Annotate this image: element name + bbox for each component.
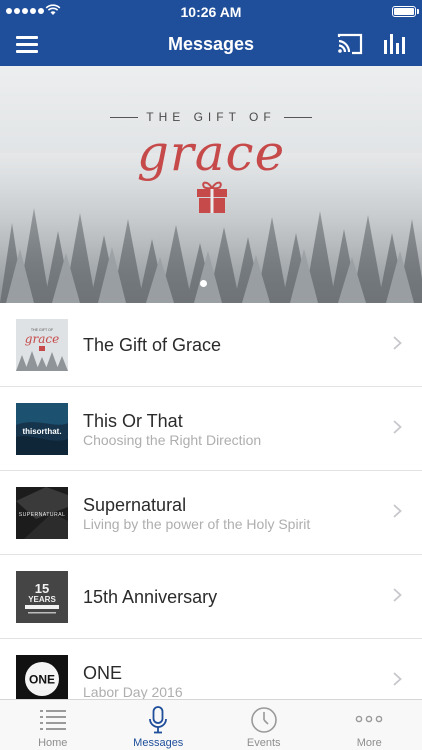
status-bar: 10:26 AM: [0, 0, 422, 22]
chevron-right-icon: [393, 588, 402, 602]
microphone-icon: [149, 706, 168, 734]
series-title: ONE: [83, 663, 123, 683]
list-item[interactable]: thisorthat. This Or That Choosing the Ri…: [0, 387, 422, 471]
tab-label: Home: [38, 737, 68, 749]
series-title: Supernatural: [83, 495, 187, 515]
chevron-right-icon: [393, 672, 402, 686]
tab-home[interactable]: Home: [0, 700, 106, 750]
series-thumbnail: SUPERNATURAL: [16, 487, 68, 539]
hero-title: grace: [136, 124, 286, 182]
tab-label: More: [356, 737, 382, 749]
tab-more[interactable]: More: [317, 700, 422, 750]
chevron-right-icon: [393, 504, 402, 518]
series-thumbnail: 15 YEARS: [16, 571, 68, 623]
tab-bar: Home Messages Events More: [0, 699, 422, 750]
series-thumbnail: thisorthat.: [16, 403, 68, 455]
tab-label: Messages: [133, 737, 184, 749]
gift-icon: [197, 181, 227, 213]
tab-messages[interactable]: Messages: [106, 700, 212, 750]
status-time: 10:26 AM: [180, 4, 242, 20]
series-subtitle: Choosing the Right Direction: [83, 432, 262, 448]
chevron-right-icon: [393, 336, 402, 350]
chevron-right-icon: [393, 420, 402, 434]
clock-icon: [250, 707, 277, 733]
nav-bar: Messages: [0, 22, 422, 66]
list-icon: [39, 710, 66, 730]
thumb-word: YEARS: [28, 595, 56, 604]
series-title: The Gift of Grace: [83, 335, 222, 355]
battery-icon: [392, 6, 419, 17]
thumb-title: grace: [25, 332, 59, 346]
cast-icon[interactable]: [336, 30, 364, 58]
tab-label: Events: [246, 737, 281, 749]
list-item[interactable]: THE GIFT OF grace The Gift of Grace: [0, 303, 422, 387]
more-dots-icon: [355, 715, 383, 723]
thumb-title: SUPERNATURAL: [19, 512, 66, 518]
thumb-title: thisorthat.: [22, 427, 61, 436]
carousel-page-indicator[interactable]: [200, 280, 207, 287]
series-title: This Or That: [83, 411, 183, 431]
bar-chart-icon[interactable]: [382, 30, 408, 58]
series-subtitle: Living by the power of the Holy Spirit: [83, 516, 311, 532]
list-item[interactable]: SUPERNATURAL Supernatural Living by the …: [0, 471, 422, 555]
hero-kicker: THE GIFT OF: [0, 110, 422, 124]
series-thumbnail: THE GIFT OF grace: [16, 319, 68, 371]
tab-events[interactable]: Events: [211, 700, 317, 750]
featured-series-banner[interactable]: THE GIFT OF grace: [0, 66, 422, 303]
thumb-number: 15: [35, 581, 49, 596]
series-subtitle: Labor Day 2016: [83, 684, 183, 700]
app-header: 10:26 AM Messages: [0, 0, 422, 66]
series-title: 15th Anniversary: [83, 587, 218, 607]
message-series-list: THE GIFT OF grace The Gift of Grace this…: [0, 303, 422, 723]
list-item[interactable]: 15 YEARS 15th Anniversary: [0, 555, 422, 639]
thumb-title: ONE: [29, 673, 55, 687]
